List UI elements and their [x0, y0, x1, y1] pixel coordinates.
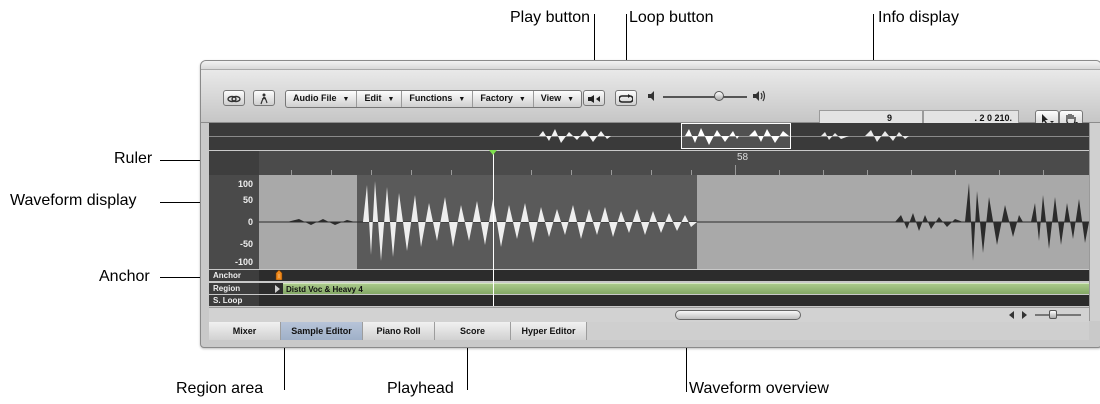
anchor-callout: Anchor — [99, 268, 150, 285]
speaker-high-icon — [753, 90, 766, 102]
vertical-scrollbar[interactable] — [1089, 123, 1100, 321]
tab-piano-roll[interactable]: Piano Roll — [363, 322, 435, 340]
playhead-marker[interactable] — [489, 150, 497, 155]
anchor-icon[interactable] — [275, 270, 283, 280]
region-area[interactable]: Distd Voc & Heavy 4 — [283, 283, 1089, 294]
row-label-anchor: Anchor — [209, 270, 259, 281]
menu-view[interactable]: View ▼ — [534, 91, 581, 107]
link-icon — [227, 95, 241, 103]
playhead[interactable] — [493, 151, 494, 306]
play-icon — [588, 95, 600, 103]
waveform — [259, 181, 1089, 261]
axis-label: -100 — [234, 257, 253, 267]
loop-icon — [618, 94, 634, 103]
scroll-left-icon[interactable] — [1007, 310, 1017, 320]
row-label-region: Region — [209, 283, 259, 294]
waveform-amplitude-axis: 100 50 0 -50 -100 — [209, 175, 259, 269]
tab-sample-editor[interactable]: Sample Editor — [281, 322, 363, 340]
scroll-thumb[interactable] — [675, 310, 801, 320]
menu-edit[interactable]: Edit ▼ — [357, 91, 403, 107]
ruler-corner — [209, 151, 259, 175]
waveform-overview-callout: Waveform overview — [689, 380, 829, 397]
link-button[interactable] — [223, 90, 245, 106]
window-top-edge — [201, 61, 1100, 70]
region-disclosure-icon[interactable] — [273, 284, 281, 294]
overview-visible-area[interactable] — [681, 123, 791, 149]
catch-button[interactable] — [253, 90, 275, 106]
sample-editor-window: Audio File ▼ Edit ▼ Functions ▼ Factory ▼ Vi… — [200, 60, 1100, 348]
row-label-s-loop: S. Loop — [209, 295, 259, 306]
editor-tabs: Mixer Sample Editor Piano Roll Score Hyp… — [209, 322, 1089, 340]
menu-functions[interactable]: Functions ▼ — [402, 91, 474, 107]
tab-hyper-editor[interactable]: Hyper Editor — [511, 322, 587, 340]
zoom-slider-knob[interactable] — [1049, 310, 1057, 319]
menu-factory[interactable]: Factory ▼ — [473, 91, 534, 107]
region-area-callout: Region area — [176, 380, 264, 397]
catch-icon — [260, 93, 268, 105]
waveform-display-callout: Waveform display — [10, 192, 137, 209]
zoom-slider[interactable] — [1035, 314, 1081, 316]
playhead-callout: Playhead — [387, 380, 454, 397]
volume-slider-knob[interactable] — [714, 91, 724, 101]
horizontal-scrollbar[interactable] — [209, 307, 1089, 322]
ruler[interactable]: 58 — [209, 151, 1089, 175]
axis-label: -50 — [239, 239, 253, 249]
axis-label: 0 — [247, 217, 253, 227]
axis-label: 100 — [237, 179, 253, 189]
menu-audio-file[interactable]: Audio File ▼ — [286, 91, 358, 107]
volume-slider-track[interactable] — [663, 96, 747, 98]
info-display-callout: Info display — [878, 9, 959, 26]
s-loop-row — [259, 295, 1089, 306]
play-button-callout: Play button — [510, 9, 591, 26]
anchor-row — [259, 270, 1089, 281]
scroll-right-icon[interactable] — [1019, 310, 1029, 320]
loop-button[interactable] — [615, 90, 637, 106]
waveform-overview[interactable] — [209, 123, 1089, 150]
overview-waveform — [539, 128, 909, 145]
axis-label: 50 — [242, 195, 253, 205]
play-button[interactable] — [583, 90, 605, 106]
ruler-bar-number: 58 — [737, 152, 749, 163]
tab-mixer[interactable]: Mixer — [209, 322, 281, 340]
tab-score[interactable]: Score — [435, 322, 511, 340]
loop-button-callout: Loop button — [629, 9, 714, 26]
toolbar: Audio File ▼ Edit ▼ Functions ▼ Factory ▼ Vi… — [201, 70, 1100, 128]
ruler-callout: Ruler — [114, 150, 153, 167]
speaker-low-icon — [648, 91, 654, 101]
local-menus: Audio File ▼ Edit ▼ Functions ▼ Factory ▼ Vi… — [285, 90, 583, 108]
waveform-display[interactable] — [259, 175, 1089, 269]
